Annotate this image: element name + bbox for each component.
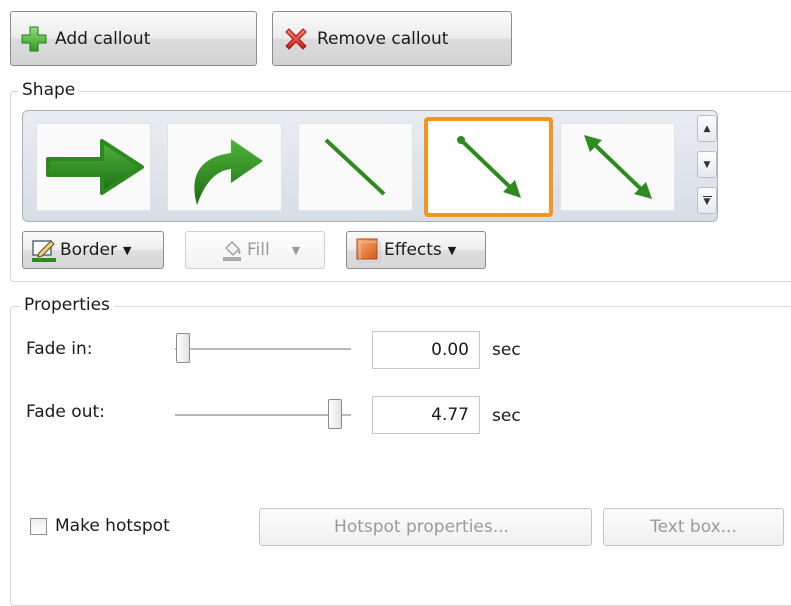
border-label: Border [60, 240, 117, 260]
red-x-icon [281, 24, 311, 54]
fade-out-unit: sec [492, 406, 521, 426]
shape-tile-line[interactable] [298, 123, 413, 211]
hotspot-properties-button[interactable]: Hotspot properties... [259, 508, 592, 546]
effects-dropdown[interactable]: Effects ▼ [346, 231, 486, 269]
properties-group-label: Properties [20, 295, 114, 315]
line-icon [324, 138, 385, 196]
fade-out-label: Fade out: [26, 402, 105, 422]
add-callout-label: Add callout [55, 28, 151, 49]
text-box-button[interactable]: Text box... [603, 508, 784, 546]
shape-tile-double-arrow[interactable] [560, 123, 675, 211]
fade-in-label: Fade in: [26, 339, 93, 359]
double-arrow-line-icon [583, 135, 652, 199]
fade-out-input[interactable]: 4.77 [372, 396, 480, 434]
make-hotspot-checkbox[interactable] [30, 518, 47, 535]
shape-tile-curved-arrow[interactable] [167, 123, 282, 211]
make-hotspot-label[interactable]: Make hotspot [55, 516, 170, 536]
thick-arrow-right-icon [45, 139, 144, 195]
fade-in-slider-track [175, 348, 351, 351]
border-pen-icon [31, 237, 57, 263]
line-arrow-icon [456, 136, 521, 198]
plus-icon [19, 24, 49, 54]
fill-dropdown[interactable]: Fill ▼ [185, 231, 325, 269]
gallery-expand-button[interactable]: ▼ [697, 187, 717, 214]
curved-arrow-right-icon [193, 139, 263, 205]
shape-tile-thick-arrow[interactable] [36, 123, 151, 211]
fill-label: Fill [247, 240, 270, 260]
fade-in-unit: sec [492, 340, 521, 360]
effects-icon [355, 237, 381, 263]
hotspot-properties-label: Hotspot properties... [334, 517, 509, 537]
chevron-down-icon: ▼ [291, 243, 301, 257]
remove-callout-button[interactable]: Remove callout [272, 11, 512, 66]
fade-in-slider-thumb[interactable] [176, 333, 190, 363]
chevron-down-icon: ▼ [123, 243, 132, 257]
shape-tile-line-arrow[interactable] [424, 117, 553, 217]
fade-out-slider-thumb[interactable] [328, 399, 342, 429]
chevron-down-icon: ▼ [447, 243, 457, 257]
gallery-scroll-up-button[interactable]: ▲ [697, 115, 717, 142]
gallery-scroll-down-button[interactable]: ▼ [697, 151, 717, 178]
fade-in-input[interactable]: 0.00 [372, 331, 480, 369]
effects-label: Effects [384, 240, 442, 260]
shape-gallery: ▲ ▼ ▼ [22, 110, 718, 222]
paint-bucket-icon [220, 238, 244, 262]
fade-out-slider-track [175, 414, 351, 417]
border-dropdown[interactable]: Border ▼ [22, 231, 164, 269]
add-callout-button[interactable]: Add callout [10, 11, 257, 66]
text-box-label: Text box... [650, 517, 737, 537]
remove-callout-label: Remove callout [317, 28, 449, 49]
shape-group-label: Shape [18, 80, 80, 100]
